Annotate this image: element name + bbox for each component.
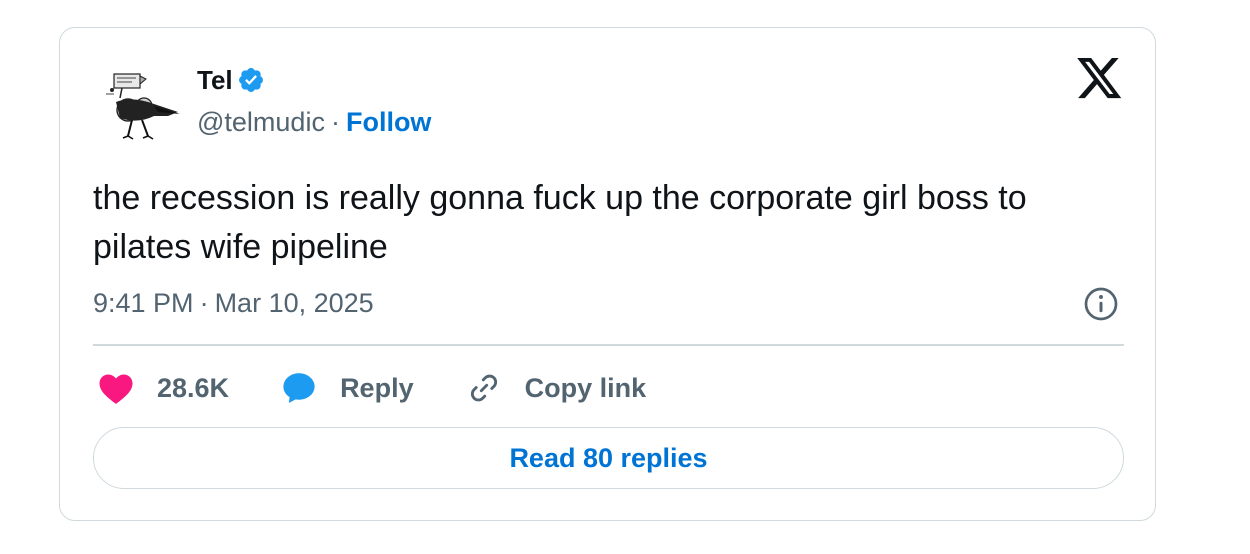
follow-button[interactable]: Follow xyxy=(346,107,431,138)
author-display-name[interactable]: Tel xyxy=(197,65,233,96)
tweet-date: Mar 10, 2025 xyxy=(214,287,374,318)
author-name-row: Tel xyxy=(197,64,265,96)
read-replies-button[interactable]: Read 80 replies xyxy=(93,427,1124,489)
copy-link-button[interactable]: Copy link xyxy=(466,370,647,406)
like-button[interactable]: 28.6K xyxy=(98,371,229,405)
speech-bubble-icon xyxy=(283,373,315,403)
divider xyxy=(93,344,1124,346)
author-handle-row: @telmudic · Follow xyxy=(197,105,431,139)
tweet-timestamp[interactable]: 9:41 PM · Mar 10, 2025 xyxy=(93,286,374,320)
timestamp-separator: · xyxy=(199,287,209,318)
x-logo-icon[interactable] xyxy=(1077,58,1123,100)
copy-link-label: Copy link xyxy=(524,372,647,403)
link-icon xyxy=(470,374,497,402)
verified-badge-icon xyxy=(238,68,263,92)
author-handle[interactable]: @telmudic xyxy=(197,107,325,138)
handle-separator: · xyxy=(330,106,340,137)
info-icon[interactable] xyxy=(1083,286,1119,322)
reply-button[interactable]: Reply xyxy=(281,370,414,406)
reply-label: Reply xyxy=(340,372,414,403)
tweet-text: the recession is really gonna fuck up th… xyxy=(93,179,1027,266)
like-count: 28.6K xyxy=(157,372,230,403)
author-avatar[interactable] xyxy=(98,66,186,154)
heart-icon xyxy=(99,374,133,404)
tweet-time: 9:41 PM xyxy=(93,287,194,318)
tweet-embed-card: Tel @telmudic · Follow the recession is … xyxy=(59,27,1156,521)
tweet-actions: 28.6K Reply Copy link xyxy=(98,366,698,410)
